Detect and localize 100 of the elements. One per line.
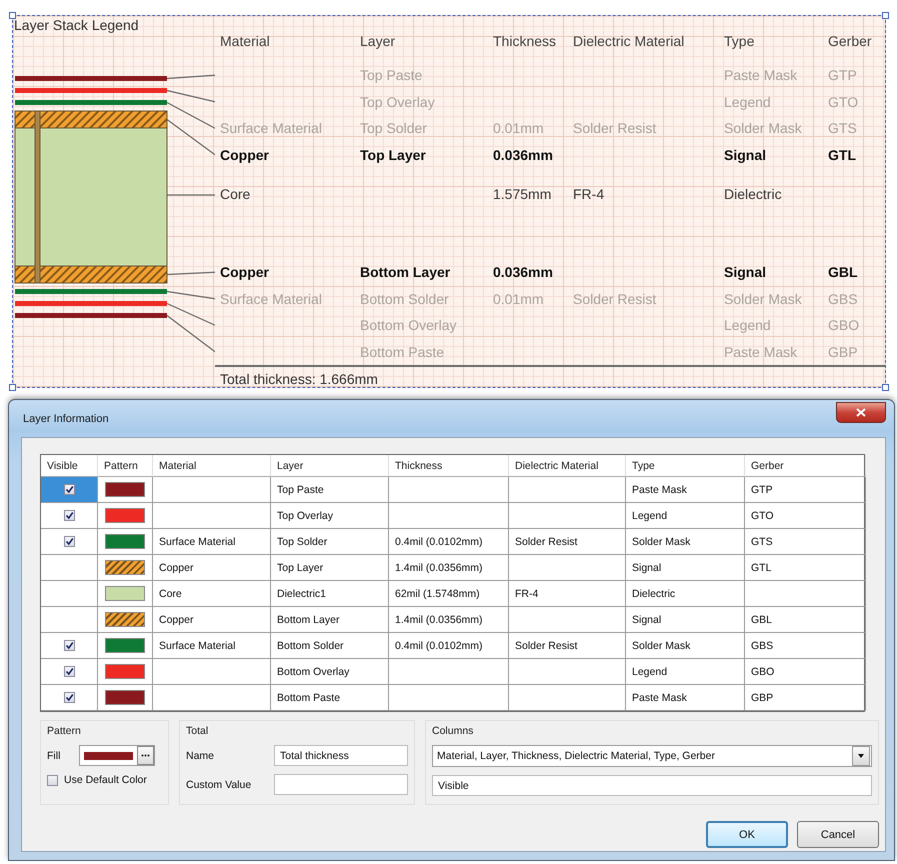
pattern-swatch[interactable] (105, 586, 145, 601)
legend-cell: GBO (828, 317, 860, 334)
table-cell[interactable] (41, 659, 98, 685)
pattern-swatch[interactable] (105, 690, 145, 705)
selection-handle[interactable] (882, 12, 889, 19)
table-cell: GBP (745, 685, 866, 711)
table-cell: Copper (153, 607, 271, 633)
legend-cell: Paste Mask (724, 344, 798, 360)
table-cell: Paste Mask (626, 685, 745, 711)
browse-button[interactable] (137, 746, 154, 765)
legend-cell: Top Overlay (360, 94, 435, 110)
table-cell: GTL (745, 555, 866, 581)
checkbox[interactable] (64, 510, 74, 521)
legend-cell: GBS (828, 290, 858, 307)
legend-cell: Top Solder (360, 120, 427, 136)
dialog-button[interactable]: Cancel (797, 821, 879, 848)
pattern-swatch[interactable] (105, 508, 145, 523)
checkbox[interactable] (64, 536, 74, 547)
column-header: Type (724, 32, 756, 51)
table-cell: Solder Resist (509, 529, 626, 555)
visible-columns-field[interactable]: Visible (432, 775, 872, 796)
table-cell[interactable] (41, 477, 98, 503)
checkbox[interactable] (64, 640, 74, 651)
legend-cell: Bottom Solder (360, 290, 449, 307)
table-cell: Top Paste (271, 477, 389, 503)
table-cell: Dielectric (626, 581, 745, 607)
column-header[interactable]: Pattern (98, 455, 153, 477)
legend-cell: Bottom Layer (360, 264, 450, 280)
column-header: Thickness (493, 32, 558, 51)
columns-dropdown[interactable]: Material, Layer, Thickness, Dielectric Material, Type, Gerber (432, 745, 872, 767)
legend-cell: GTP (828, 67, 857, 84)
table-cell: Bottom Paste (271, 685, 389, 711)
pattern-swatch[interactable] (105, 534, 145, 549)
column-header[interactable]: Thickness (389, 455, 509, 477)
column-header[interactable]: Type (626, 455, 745, 477)
legend-cell: Legend (724, 317, 771, 334)
table-cell: Paste Mask (626, 477, 745, 503)
pattern-swatch[interactable] (105, 638, 145, 653)
legend-cell: FR-4 (573, 186, 604, 202)
checkbox[interactable] (47, 774, 58, 786)
table-cell[interactable] (41, 633, 98, 659)
table-cell: Legend (626, 503, 745, 529)
legend-cell: GBL (828, 264, 858, 280)
table-cell: 0.4mil (0.0102mm) (389, 529, 509, 555)
table-cell[interactable] (41, 607, 98, 633)
checkbox[interactable] (64, 692, 74, 703)
table-cell[interactable] (41, 529, 98, 555)
close-button[interactable] (836, 402, 886, 423)
color-picker[interactable] (79, 745, 155, 766)
table-cell: Legend (626, 659, 745, 685)
table-cell: Surface Material (153, 529, 271, 555)
checkbox-label[interactable]: Use Default Color (64, 774, 147, 786)
column-header[interactable]: Dielectric Material (509, 455, 626, 477)
selection-handle[interactable] (9, 12, 16, 19)
table-cell: Bottom Overlay (271, 659, 389, 685)
pattern-swatch[interactable] (105, 560, 145, 575)
legend-cell: Signal (724, 146, 766, 163)
table-cell: Signal (626, 607, 745, 633)
dialog-title: Layer Information (22, 412, 109, 424)
column-header: Layer (360, 32, 396, 51)
legend-cell: Solder Resist (573, 290, 656, 307)
legend-cell: 0.01mm (493, 120, 544, 136)
legend-cell: Copper (220, 264, 269, 280)
dropdown-value: Material, Layer, Thickness, Dielectric Material, Type, Gerber (437, 750, 715, 762)
dropdown-button[interactable] (852, 746, 870, 766)
table-cell: GTO (745, 503, 866, 529)
pattern-swatch[interactable] (105, 664, 145, 679)
leader-line (166, 272, 215, 276)
table-cell: Top Solder (271, 529, 389, 555)
legend-cell: Bottom Paste (360, 344, 444, 360)
column-header[interactable]: Gerber (745, 455, 866, 477)
name-field[interactable]: Total thickness (274, 745, 408, 766)
table-cell: Signal (626, 555, 745, 581)
table-cell[interactable] (41, 555, 98, 581)
field-label: Name (186, 750, 216, 762)
table-cell[interactable] (41, 581, 98, 607)
table-cell: Bottom Solder (271, 633, 389, 659)
legend-cell: Solder Mask (724, 290, 802, 307)
checkbox[interactable] (64, 484, 74, 495)
dropdown-arrow-icon (858, 754, 864, 758)
pattern-swatch[interactable] (105, 482, 145, 497)
legend-cell: GTS (828, 120, 857, 136)
table-cell: Bottom Layer (271, 607, 389, 633)
table-cell[interactable] (41, 685, 98, 711)
dialog-button[interactable]: OK (706, 821, 788, 848)
legend-cell: Legend (724, 94, 771, 110)
table-cell: GTS (745, 529, 866, 555)
checkbox[interactable] (64, 666, 74, 677)
table-cell: Top Layer (271, 555, 389, 581)
pattern-swatch[interactable] (105, 612, 145, 627)
legend-cell: Solder Mask (724, 120, 802, 136)
custom-value-field[interactable] (274, 774, 408, 795)
selection-handle[interactable] (9, 384, 16, 391)
selection-handle[interactable] (882, 384, 889, 391)
column-header[interactable]: Layer (271, 455, 389, 477)
table-cell[interactable] (41, 503, 98, 529)
total-thickness: Total thickness: 1.666mm (220, 371, 378, 387)
column-header[interactable]: Material (153, 455, 271, 477)
legend-cell: Copper (220, 146, 269, 163)
legend-cell: Core (220, 186, 250, 202)
